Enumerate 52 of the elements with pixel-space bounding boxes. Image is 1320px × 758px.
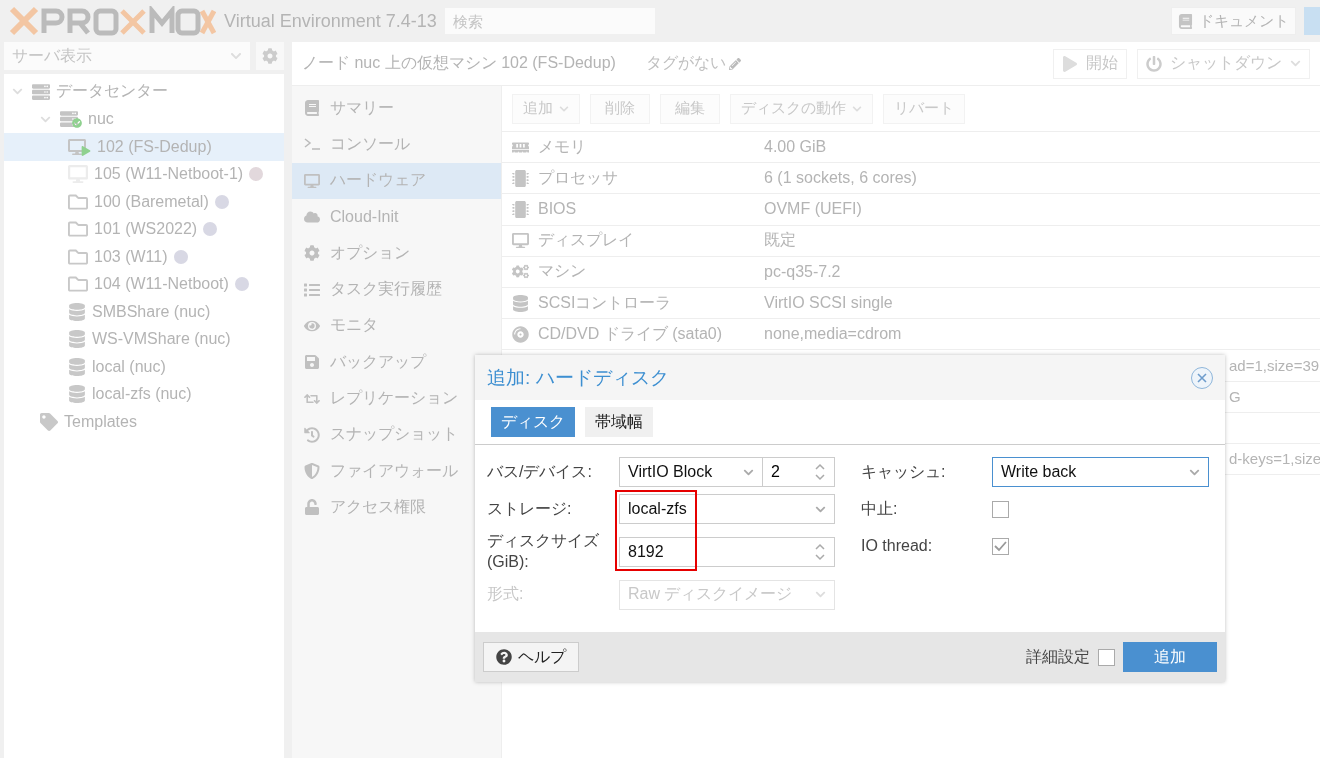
nav-label: ファイアウォール <box>330 460 458 481</box>
tree-item-label: WS-VMShare (nuc) <box>92 330 231 349</box>
nav-label: スナップショット <box>330 424 458 445</box>
hardware-value: ad=1,size=39 <box>1229 356 1320 374</box>
hardware-value: G <box>1229 388 1241 406</box>
tree-item-label: SMBShare (nuc) <box>92 302 211 321</box>
field-label: キャッシュ: <box>861 461 947 482</box>
hardware-value: 4.00 GiB <box>764 138 827 157</box>
nav-label: レプリケーション <box>330 388 458 408</box>
nav-label: モニタ <box>330 315 378 336</box>
tree-item-label: local-zfs (nuc) <box>92 385 192 404</box>
tree-item-label: 101 (WS2022) <box>94 220 198 239</box>
hardware-label: プロセッサ <box>538 167 619 188</box>
field-label: バス/デバイス: <box>487 461 593 482</box>
nav-label: Cloud-Init <box>330 208 399 227</box>
hardware-value: none,media=cdrom <box>764 325 902 344</box>
hardware-value: 既定 <box>764 230 796 251</box>
tree-item-label: 105 (W11-Netboot-1) <box>94 165 244 184</box>
nav-label: コンソール <box>330 133 410 154</box>
tree-item-label: Templates <box>64 412 137 431</box>
tree-item-label: 104 (W11-Netboot) <box>94 275 229 294</box>
field-label: ストレージ: <box>487 498 573 519</box>
hardware-label: BIOS <box>538 200 578 219</box>
hardware-label: マシン <box>538 261 587 282</box>
advanced-label: 詳細設定 <box>1026 646 1090 667</box>
field-label: ディスクサイズ (GiB): <box>487 531 600 572</box>
hardware-label: ディスプレイ <box>538 230 635 251</box>
tree-item-label: データセンター <box>56 81 168 102</box>
hardware-label: CD/DVD ドライブ (sata0) <box>538 323 724 344</box>
page-title: ノード nuc 上の仮想マシン 102 (FS-Dedup) <box>302 53 616 73</box>
field-label: IO thread: <box>861 535 934 556</box>
tree-item-label: local (nuc) <box>92 357 166 376</box>
tree-item-label: 103 (W11) <box>94 247 168 266</box>
nav-label: サマリー <box>330 97 394 118</box>
hardware-value: pc-q35-7.2 <box>764 262 841 281</box>
dialog-title: 追加: ハードディスク <box>487 365 669 390</box>
nav-label: ハードウェア <box>330 170 426 191</box>
nav-label: バックアップ <box>330 351 426 372</box>
hardware-value: OVMF (UEFI) <box>764 200 862 219</box>
hardware-value: VirtIO SCSI single <box>764 294 893 313</box>
hardware-value: 6 (1 sockets, 6 cores) <box>764 169 917 188</box>
nav-label: タスク実行履歴 <box>330 279 442 300</box>
tree-item-label: 102 (FS-Dedup) <box>97 137 212 156</box>
nav-label: オプション <box>330 242 410 263</box>
hardware-label: メモリ <box>538 136 587 157</box>
hardware-label: SCSIコントローラ <box>538 292 673 313</box>
nav-label: アクセス権限 <box>330 496 426 517</box>
tree-item-label: nuc <box>88 110 114 129</box>
version-text: Virtual Environment 7.4-13 <box>224 10 437 32</box>
field-label: 中止: <box>861 498 899 519</box>
tree-item-label: 100 (Baremetal) <box>94 192 209 211</box>
hardware-value: d-keys=1,size <box>1229 450 1320 468</box>
